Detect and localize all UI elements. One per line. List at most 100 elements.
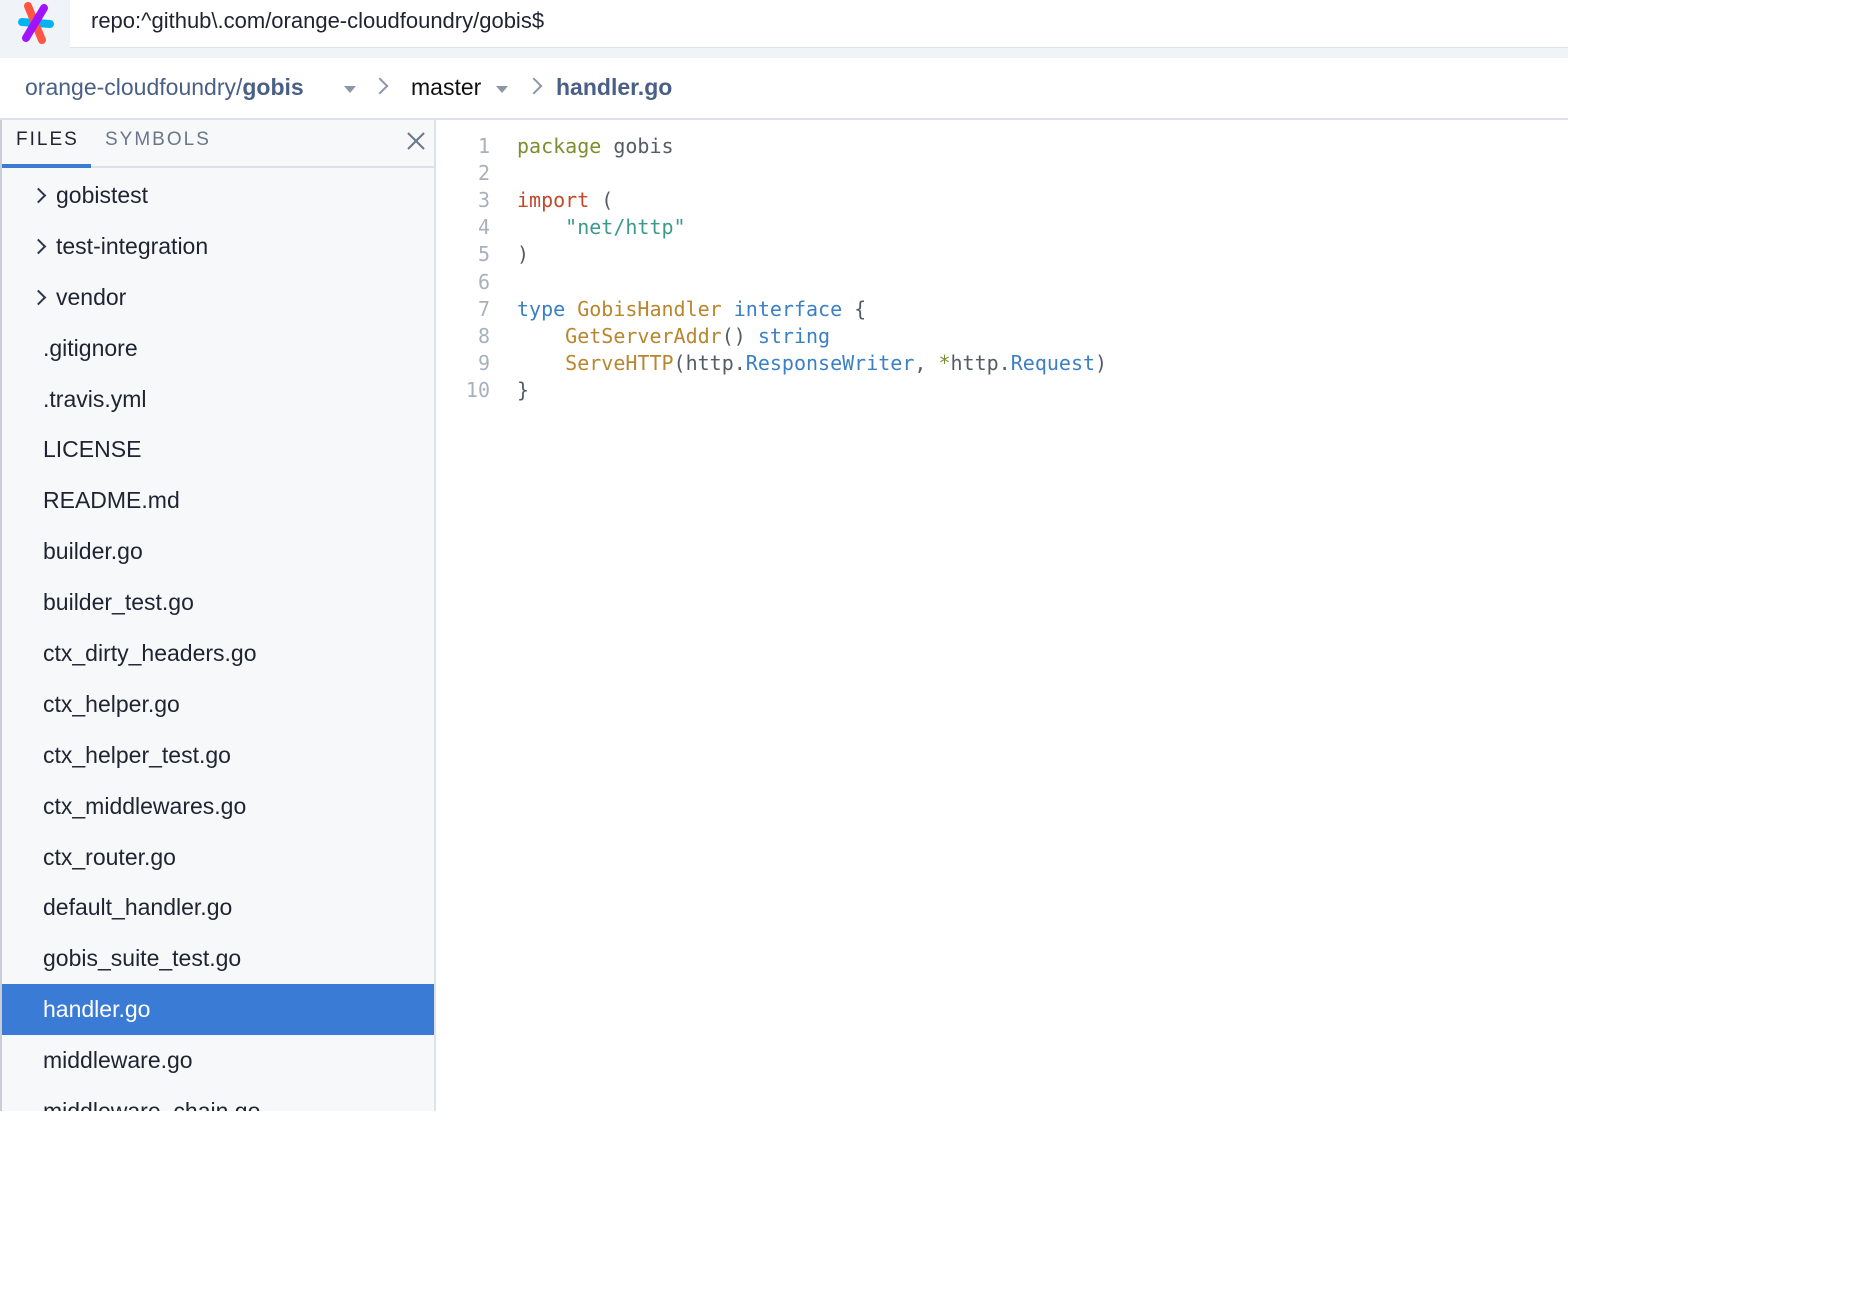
code-view: 1 package gobis 2 3 import (4 "net/http" 5) 6 7…	[436, 120, 1568, 1111]
line-number[interactable]: 3	[436, 188, 490, 212]
tab-symbols[interactable]: SYMBOLS	[105, 129, 211, 151]
tree-item-label: middleware_chain.go	[43, 1098, 260, 1111]
tree-file[interactable]: middleware_chain.go	[2, 1086, 434, 1111]
code-token: string	[757, 323, 831, 348]
branch-selector[interactable]: master	[411, 74, 481, 101]
line-number[interactable]: 1	[436, 134, 490, 158]
tree-item-label: .gitignore	[43, 334, 138, 361]
breadcrumb-repo[interactable]: orange-cloudfoundry/gobis	[25, 74, 304, 101]
active-tab-indicator	[2, 164, 91, 168]
chevron-right-icon[interactable]	[30, 289, 47, 306]
tree-folder[interactable]: gobistest	[2, 170, 434, 221]
tree-item-label: ctx_middlewares.go	[43, 792, 247, 819]
code-token: "net/http"	[517, 215, 686, 240]
repo-owner-link[interactable]: orange-cloudfoundry/	[25, 74, 242, 100]
line-number[interactable]: 9	[436, 351, 490, 375]
sidebar-tabs: FILES SYMBOLS	[2, 120, 434, 168]
tree-item-label: gobistest	[56, 182, 149, 208]
code-source: }	[517, 378, 529, 402]
tree-folder[interactable]: test-integration	[2, 221, 434, 272]
tree-item-label: default_handler.go	[43, 894, 233, 921]
line-number[interactable]: 2	[436, 161, 490, 185]
tree-item-label: builder.go	[43, 538, 143, 565]
code-token: (	[589, 188, 614, 213]
code-token: import	[517, 188, 590, 213]
close-icon[interactable]	[405, 130, 427, 152]
breadcrumb: orange-cloudfoundry/gobis master handler…	[0, 58, 1568, 120]
code-token: interface	[733, 296, 843, 321]
tree-file[interactable]: .travis.yml	[2, 374, 434, 425]
code-source: package gobis	[517, 134, 674, 158]
code-token: ServeHTTP	[565, 350, 674, 375]
tree-item-label: ctx_helper.go	[43, 690, 180, 717]
code-token: ResponseWriter	[745, 350, 915, 375]
code-token: gobis	[601, 134, 674, 158]
tree-file[interactable]: builder_test.go	[2, 577, 434, 628]
sourcegraph-logo-icon[interactable]	[12, 0, 60, 46]
code-token: Request	[1010, 350, 1096, 375]
code-token: }	[517, 377, 530, 402]
tree-file[interactable]: default_handler.go	[2, 882, 434, 933]
tree-file[interactable]: middleware.go	[2, 1035, 434, 1086]
tree-item-label: ctx_dirty_headers.go	[43, 640, 257, 667]
branch-dropdown-caret-icon[interactable]	[496, 86, 508, 93]
search-input[interactable]: repo:^github\.com/orange-cloudfoundry/go…	[70, 0, 1568, 48]
tree-file[interactable]: README.md	[2, 475, 434, 526]
code-source: GetServerAddr() string	[517, 324, 830, 348]
top-bar: repo:^github\.com/orange-cloudfoundry/go…	[0, 0, 1568, 58]
tree-file[interactable]: ctx_helper_test.go	[2, 730, 434, 781]
tree-item-label: middleware.go	[43, 1047, 193, 1074]
code-token: (http.	[673, 350, 746, 375]
chevron-right-icon	[525, 77, 543, 95]
breadcrumb-file[interactable]: handler.go	[556, 74, 672, 101]
chevron-right-icon[interactable]	[30, 187, 47, 204]
tree-folder[interactable]: vendor	[2, 272, 434, 323]
tree-file[interactable]: gobis_suite_test.go	[2, 933, 434, 984]
code-source: type GobisHandler interface {	[517, 297, 866, 321]
code-token: http.	[950, 350, 1011, 375]
tree-file[interactable]: builder.go	[2, 526, 434, 577]
tree-item-label: gobis_suite_test.go	[43, 945, 242, 972]
code-token: GobisHandler	[577, 296, 722, 321]
code-source: )	[517, 242, 529, 266]
chevron-right-icon	[371, 77, 389, 95]
code-token: ()	[721, 323, 758, 348]
code-token: *	[938, 350, 951, 375]
tree-file[interactable]: ctx_router.go	[2, 832, 434, 883]
tree-file[interactable]: LICENSE	[2, 424, 434, 475]
tree-item-label: handler.go	[43, 996, 151, 1023]
tree-file[interactable]: .gitignore	[2, 323, 434, 374]
line-number[interactable]: 5	[436, 242, 490, 266]
line-number[interactable]: 7	[436, 297, 490, 321]
tree-file[interactable]: handler.go	[2, 984, 434, 1036]
code-token: )	[517, 242, 530, 267]
line-number[interactable]: 6	[436, 270, 490, 294]
chevron-right-icon[interactable]	[30, 238, 47, 255]
tree-item-label: ctx_router.go	[43, 843, 176, 870]
tree-item-label: .travis.yml	[43, 385, 147, 412]
code-token: ,	[914, 350, 939, 375]
code-source: ServeHTTP(http.ResponseWriter, *http.Req…	[517, 351, 1107, 375]
code-token: GetServerAddr	[565, 323, 722, 348]
tree-file[interactable]: ctx_helper.go	[2, 679, 434, 730]
code-token: )	[1095, 350, 1108, 375]
repo-dropdown-caret-icon[interactable]	[344, 86, 356, 93]
file-tree: gobistest test-integration vendor .gitignor…	[2, 170, 434, 1111]
search-query: repo:^github\.com/orange-cloudfoundry/go…	[91, 8, 545, 33]
code-token: {	[842, 296, 867, 321]
tree-file[interactable]: ctx_dirty_headers.go	[2, 628, 434, 679]
line-number[interactable]: 4	[436, 215, 490, 239]
tab-files[interactable]: FILES	[16, 129, 79, 151]
tree-file[interactable]: ctx_middlewares.go	[2, 781, 434, 832]
tree-item-label: builder_test.go	[43, 589, 194, 616]
tree-item-label: README.md	[43, 487, 180, 514]
line-number[interactable]: 10	[436, 378, 490, 402]
code-source: import (	[517, 188, 613, 212]
repo-name-link[interactable]: gobis	[242, 74, 303, 100]
file-sidebar: FILES SYMBOLS gobistest test-integration v…	[2, 120, 436, 1111]
code-token: type	[517, 296, 566, 321]
line-number[interactable]: 8	[436, 324, 490, 348]
